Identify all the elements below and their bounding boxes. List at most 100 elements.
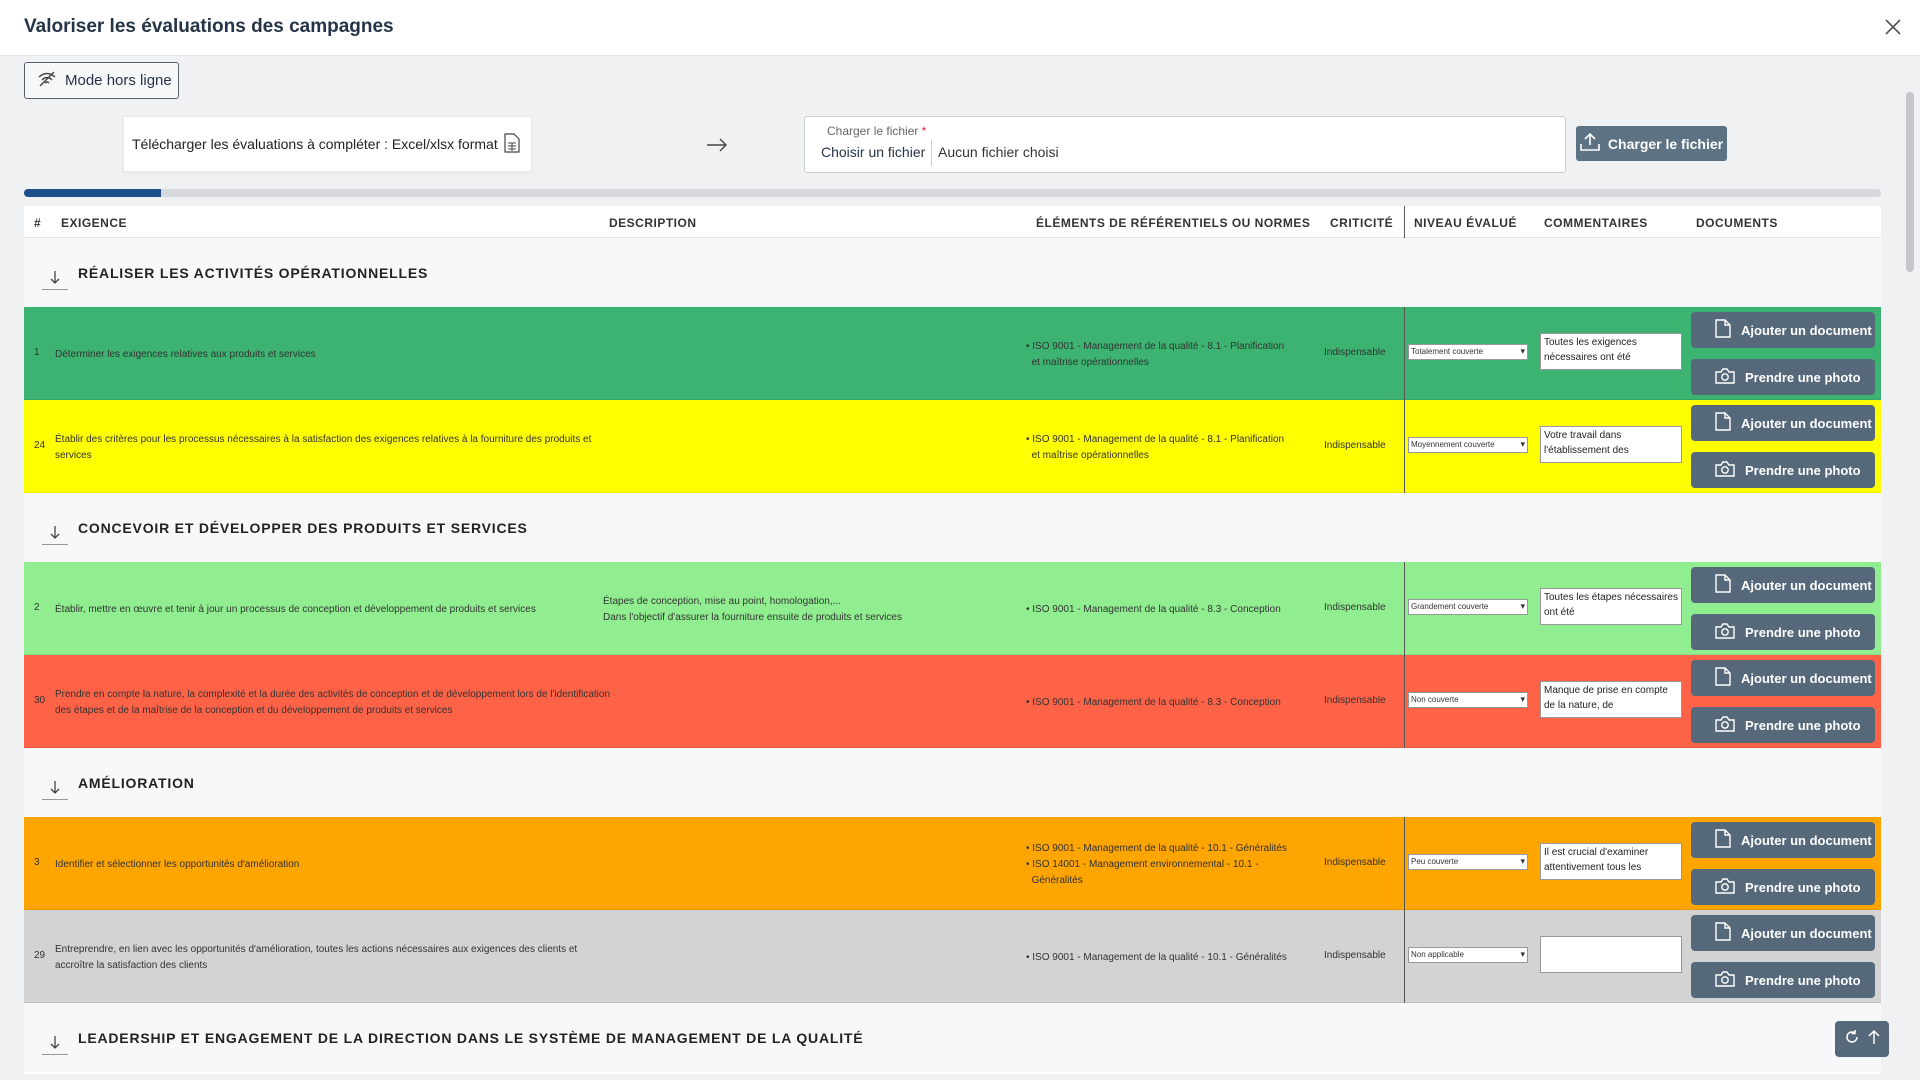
refresh-scroll-top-button[interactable] bbox=[1835, 1021, 1889, 1057]
section-header: AMÉLIORATION bbox=[24, 748, 1881, 817]
camera-icon bbox=[1715, 877, 1735, 897]
references-text: • ISO 9001 - Management de la qualité - … bbox=[1026, 341, 1285, 368]
level-select[interactable]: Non couverte ▾ bbox=[1408, 692, 1528, 708]
take-photo-button[interactable]: Prendre une photo bbox=[1691, 707, 1875, 743]
chevron-down-icon: ▾ bbox=[1520, 601, 1525, 611]
table-row: 30 Prendre en compte la nature, la comple… bbox=[24, 655, 1881, 748]
comment-textarea[interactable]: Votre travail dans l'établissement des bbox=[1540, 426, 1682, 463]
table-row: 3 Identifier et sélectionner les opportun… bbox=[24, 817, 1881, 910]
criticality-text: Indispensable bbox=[1324, 857, 1386, 868]
document-icon bbox=[1715, 829, 1731, 851]
arrow-up-icon bbox=[1868, 1029, 1880, 1050]
comment-textarea[interactable]: Il est crucial d'examiner attentivement … bbox=[1540, 843, 1682, 880]
comment-textarea[interactable]: Manque de prise en compte de la nature, … bbox=[1540, 681, 1682, 718]
level-select[interactable]: Moyennement couverte ▾ bbox=[1408, 437, 1528, 453]
take-photo-button[interactable]: Prendre une photo bbox=[1691, 452, 1875, 488]
add-document-button[interactable]: Ajouter un document bbox=[1691, 660, 1875, 696]
col-level: NIVEAU ÉVALUÉ bbox=[1414, 216, 1517, 230]
section-title: RÉALISER LES ACTIVITÉS OPÉRATIONNELLES bbox=[78, 265, 429, 281]
level-select-value: Grandement couverte bbox=[1411, 602, 1489, 611]
level-select-value: Totalement couverte bbox=[1411, 347, 1484, 356]
choose-file-button[interactable]: Choisir un fichier bbox=[815, 140, 933, 166]
requirement-text: Identifier et sélectionner les opportuni… bbox=[55, 859, 300, 870]
take-photo-button[interactable]: Prendre une photo bbox=[1691, 962, 1875, 998]
comment-textarea[interactable] bbox=[1540, 936, 1682, 973]
comment-textarea[interactable]: Toutes les exigences nécessaires ont été bbox=[1540, 333, 1682, 370]
offline-mode-button[interactable]: Mode hors ligne bbox=[24, 62, 179, 99]
document-icon bbox=[1715, 667, 1731, 689]
arrow-down-icon[interactable] bbox=[42, 268, 68, 290]
add-document-label: Ajouter un document bbox=[1741, 925, 1872, 941]
col-comments: COMMENTAIRES bbox=[1544, 216, 1648, 230]
level-select-value: Peu couverte bbox=[1411, 857, 1459, 866]
references-text: • ISO 9001 - Management de la qualité - … bbox=[1026, 604, 1281, 615]
requirement-text: Entreprendre, en lien avec les opportuni… bbox=[55, 944, 578, 971]
camera-icon bbox=[1715, 622, 1735, 642]
chevron-down-icon: ▾ bbox=[1520, 949, 1525, 959]
add-document-button[interactable]: Ajouter un document bbox=[1691, 405, 1875, 441]
comment-textarea[interactable]: Toutes les étapes nécessaires ont été bbox=[1540, 588, 1682, 625]
level-select[interactable]: Non applicable ▾ bbox=[1408, 947, 1528, 963]
arrow-down-icon[interactable] bbox=[42, 523, 68, 545]
offline-mode-label: Mode hors ligne bbox=[65, 72, 172, 89]
required-mark: * bbox=[921, 124, 927, 138]
col-requirement: EXIGENCE bbox=[61, 216, 128, 230]
document-icon bbox=[1715, 574, 1731, 596]
camera-icon bbox=[1715, 367, 1735, 387]
level-select-value: Moyennement couverte bbox=[1411, 440, 1495, 449]
camera-icon bbox=[1715, 460, 1735, 480]
add-document-label: Ajouter un document bbox=[1741, 322, 1872, 338]
upload-file-button[interactable]: Charger le fichier bbox=[1576, 126, 1727, 161]
download-template-link[interactable]: Télécharger les évaluations à compléter … bbox=[123, 116, 532, 172]
column-divider bbox=[1404, 206, 1405, 238]
references-text: • ISO 9001 - Management de la qualité - … bbox=[1026, 843, 1287, 886]
row-number: 29 bbox=[34, 950, 46, 961]
add-document-button[interactable]: Ajouter un document bbox=[1691, 915, 1875, 951]
close-icon[interactable] bbox=[1880, 14, 1906, 40]
table-row: 29 Entreprendre, en lien avec les opportu… bbox=[24, 910, 1881, 1003]
section-header: LEADERSHIP ET ENGAGEMENT DE LA DIRECTION… bbox=[24, 1003, 1881, 1072]
row-number: 3 bbox=[34, 857, 40, 868]
document-icon bbox=[1715, 922, 1731, 944]
requirement-text: Déterminer les exigences relatives aux p… bbox=[55, 349, 316, 360]
col-num: # bbox=[34, 216, 42, 230]
arrow-down-icon[interactable] bbox=[42, 778, 68, 800]
chevron-down-icon: ▾ bbox=[1520, 439, 1525, 449]
scrollbar[interactable] bbox=[1906, 92, 1914, 272]
add-document-button[interactable]: Ajouter un document bbox=[1691, 312, 1875, 348]
evaluation-table: # EXIGENCE DESCRIPTION ÉLÉMENTS DE RÉFÉR… bbox=[24, 206, 1881, 1074]
add-document-button[interactable]: Ajouter un document bbox=[1691, 822, 1875, 858]
level-select-value: Non applicable bbox=[1411, 950, 1464, 959]
arrow-down-icon[interactable] bbox=[42, 1033, 68, 1055]
level-select[interactable]: Peu couverte ▾ bbox=[1408, 854, 1528, 870]
level-select[interactable]: Totalement couverte ▾ bbox=[1408, 344, 1528, 360]
upload-button-label: Charger le fichier bbox=[1607, 135, 1724, 152]
add-document-label: Ajouter un document bbox=[1741, 832, 1872, 848]
row-number: 30 bbox=[34, 695, 46, 706]
add-document-label: Ajouter un document bbox=[1741, 670, 1872, 686]
take-photo-button[interactable]: Prendre une photo bbox=[1691, 869, 1875, 905]
spreadsheet-icon bbox=[504, 132, 520, 156]
section-header: CONCEVOIR ET DÉVELOPPER DES PRODUITS ET … bbox=[24, 493, 1881, 562]
column-divider bbox=[1404, 910, 1405, 1003]
take-photo-label: Prendre une photo bbox=[1745, 879, 1861, 895]
table-header: # EXIGENCE DESCRIPTION ÉLÉMENTS DE RÉFÉR… bbox=[24, 206, 1881, 238]
add-document-button[interactable]: Ajouter un document bbox=[1691, 567, 1875, 603]
column-divider bbox=[1404, 817, 1405, 910]
take-photo-button[interactable]: Prendre une photo bbox=[1691, 359, 1875, 395]
criticality-text: Indispensable bbox=[1324, 602, 1386, 613]
file-upload-field[interactable]: Charger le fichier * Choisir un fichier … bbox=[804, 116, 1566, 173]
take-photo-label: Prendre une photo bbox=[1745, 972, 1861, 988]
modal-header: Valoriser les évaluations des campagnes bbox=[0, 0, 1920, 56]
table-row: 24 Établir des critères pour les processu… bbox=[24, 400, 1881, 493]
col-documents: DOCUMENTS bbox=[1696, 216, 1778, 230]
camera-icon bbox=[1715, 715, 1735, 735]
wifi-off-icon bbox=[37, 71, 57, 91]
criticality-text: Indispensable bbox=[1324, 950, 1386, 961]
references-text: • ISO 9001 - Management de la qualité - … bbox=[1026, 952, 1287, 963]
level-select[interactable]: Grandement couverte ▾ bbox=[1408, 599, 1528, 615]
no-file-text: Aucun fichier choisi bbox=[938, 144, 1059, 160]
take-photo-button[interactable]: Prendre une photo bbox=[1691, 614, 1875, 650]
arrow-right-icon bbox=[706, 132, 728, 158]
col-references: ÉLÉMENTS DE RÉFÉRENTIELS OU NORMES bbox=[1036, 216, 1311, 230]
